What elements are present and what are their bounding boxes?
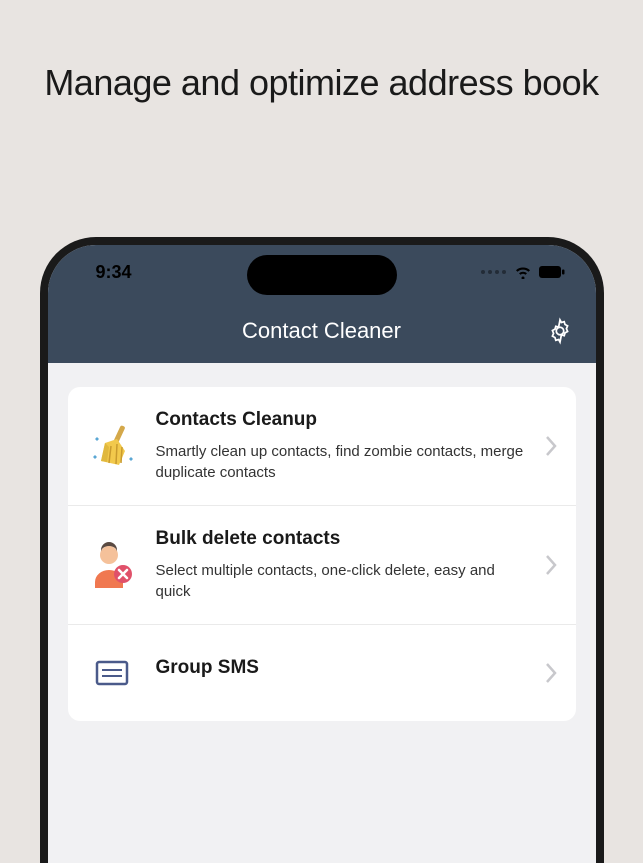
broom-icon (86, 420, 138, 472)
settings-button[interactable] (544, 315, 576, 347)
item-title: Contacts Cleanup (156, 409, 526, 431)
battery-icon (538, 265, 566, 279)
signal-icon (481, 270, 506, 274)
sms-icon (86, 647, 138, 699)
hero-title: Manage and optimize address book (0, 0, 643, 145)
status-bar: 9:34 (48, 245, 596, 299)
content-area: Contacts Cleanup Smartly clean up contac… (48, 363, 596, 863)
feature-card: Contacts Cleanup Smartly clean up contac… (68, 387, 576, 721)
item-description: Select multiple contacts, one-click dele… (156, 560, 526, 602)
dynamic-island (247, 255, 397, 295)
chevron-right-icon (544, 553, 558, 577)
list-item-cleanup[interactable]: Contacts Cleanup Smartly clean up contac… (68, 387, 576, 506)
nav-title: Contact Cleaner (242, 318, 401, 344)
gear-icon (546, 317, 574, 345)
phone-mockup: 9:34 Contact Cleaner (48, 245, 596, 863)
status-time: 9:34 (96, 262, 132, 283)
status-indicators (481, 265, 566, 279)
item-description: Smartly clean up contacts, find zombie c… (156, 441, 526, 483)
wifi-icon (514, 265, 532, 279)
nav-bar: Contact Cleaner (48, 299, 596, 363)
item-title: Group SMS (156, 657, 526, 679)
person-delete-icon (86, 539, 138, 591)
chevron-right-icon (544, 434, 558, 458)
chevron-right-icon (544, 661, 558, 685)
list-item-group-sms[interactable]: Group SMS (68, 625, 576, 721)
list-item-bulk-delete[interactable]: Bulk delete contacts Select multiple con… (68, 506, 576, 625)
item-title: Bulk delete contacts (156, 528, 526, 550)
